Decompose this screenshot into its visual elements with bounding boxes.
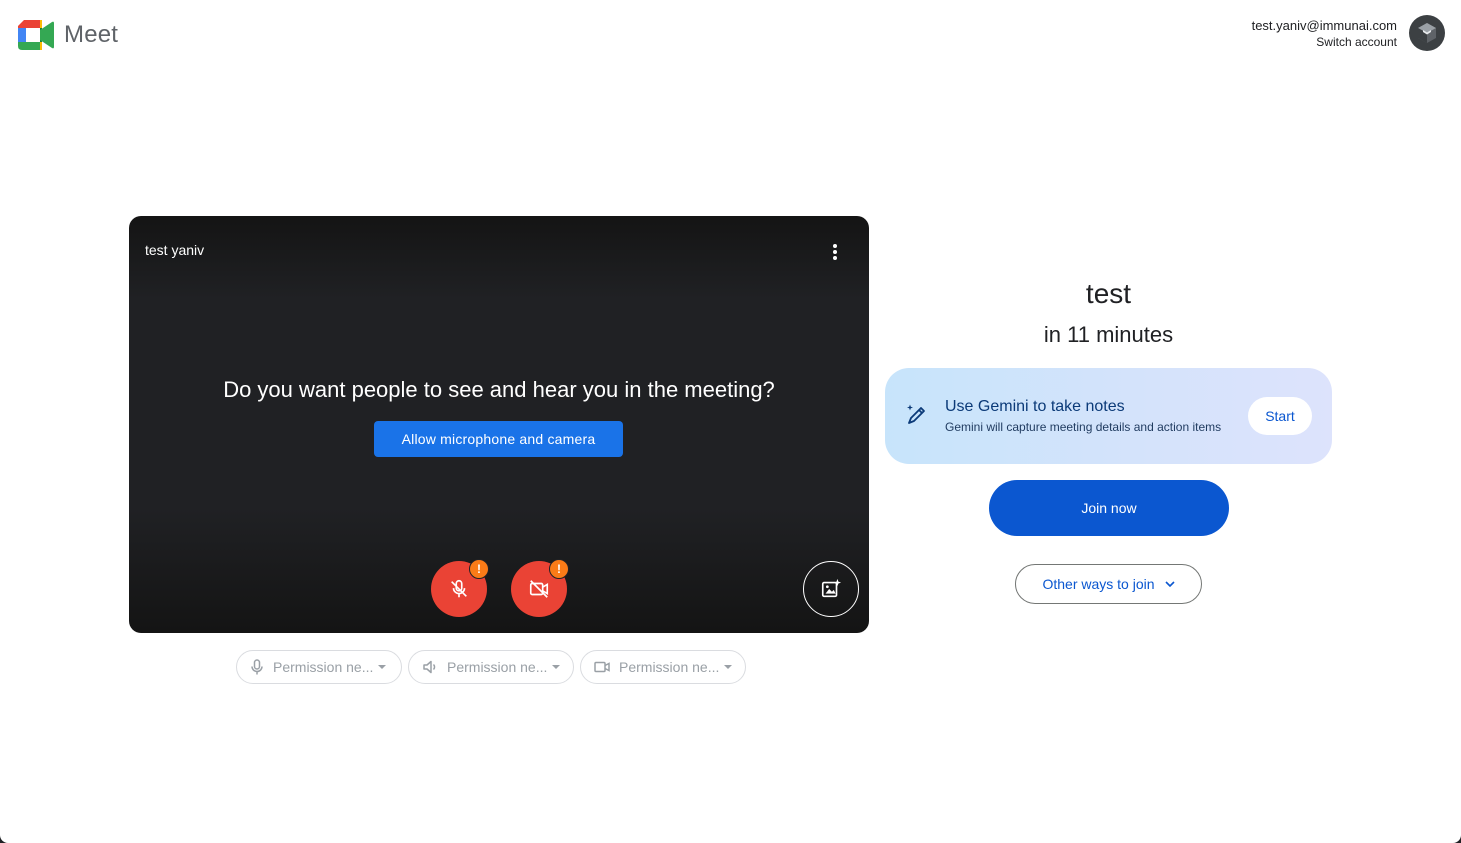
other-ways-label: Other ways to join	[1042, 576, 1155, 592]
microphone-icon	[251, 659, 263, 675]
speaker-select[interactable]: Permission ne...	[408, 650, 574, 684]
account-info: test.yaniv@immunai.com Switch account	[1252, 18, 1397, 50]
more-vert-icon	[833, 244, 837, 260]
gemini-start-button[interactable]: Start	[1248, 397, 1312, 435]
avatar-logo-icon	[1418, 23, 1436, 43]
allow-mic-camera-button[interactable]: Allow microphone and camera	[374, 421, 623, 457]
switch-account-link[interactable]: Switch account	[1252, 34, 1397, 50]
chevron-down-icon	[724, 665, 733, 669]
meeting-start-time: in 11 minutes	[1043, 322, 1174, 347]
video-preview: test yaniv Do you want people to see and…	[129, 216, 869, 633]
videocam-off-icon	[529, 580, 549, 598]
meeting-title: test	[1085, 278, 1132, 309]
pen-spark-icon	[907, 404, 925, 424]
visual-effects-icon	[821, 578, 842, 598]
join-now-button[interactable]: Join now	[989, 480, 1229, 536]
other-ways-to-join-button[interactable]: Other ways to join	[1015, 564, 1202, 604]
meet-logo-icon	[18, 20, 54, 50]
meet-logo[interactable]: Meet	[18, 20, 118, 50]
more-options-button[interactable]	[821, 238, 849, 266]
mic-warning-badge: !	[469, 559, 489, 579]
account-email: test.yaniv@immunai.com	[1251, 18, 1397, 33]
microphone-select[interactable]: Permission ne...	[236, 650, 402, 684]
chevron-down-icon	[1164, 581, 1175, 587]
preview-user-name: test yaniv	[145, 242, 205, 258]
visual-effects-button[interactable]	[803, 561, 859, 617]
camera-icon	[594, 661, 610, 673]
camera-toggle-button[interactable]: !	[511, 559, 569, 617]
chevron-down-icon	[378, 665, 387, 669]
meet-prejoin-page: Meet test.yaniv@immunai.com Switch accou…	[0, 0, 1461, 843]
microphone-select-label: Permission ne...	[273, 659, 374, 675]
gemini-notes-card: Use Gemini to take notes Gemini will cap…	[885, 368, 1332, 464]
chevron-down-icon	[552, 665, 561, 669]
speaker-icon	[423, 660, 436, 674]
device-selectors: Permission ne... Permission ne... Permis…	[236, 650, 746, 684]
camera-select-label: Permission ne...	[619, 659, 720, 675]
app-name: Meet	[64, 21, 119, 48]
microphone-toggle-button[interactable]: !	[431, 559, 489, 617]
speaker-select-label: Permission ne...	[447, 659, 548, 675]
gemini-card-title: Use Gemini to take notes	[945, 398, 1125, 415]
camera-warning-badge: !	[549, 559, 569, 579]
gemini-card-subtitle: Gemini will capture meeting details and …	[945, 420, 1222, 434]
avatar[interactable]	[1409, 15, 1445, 51]
mic-off-icon	[451, 579, 467, 598]
camera-select[interactable]: Permission ne...	[580, 650, 746, 684]
permission-prompt: Do you want people to see and hear you i…	[223, 377, 775, 402]
